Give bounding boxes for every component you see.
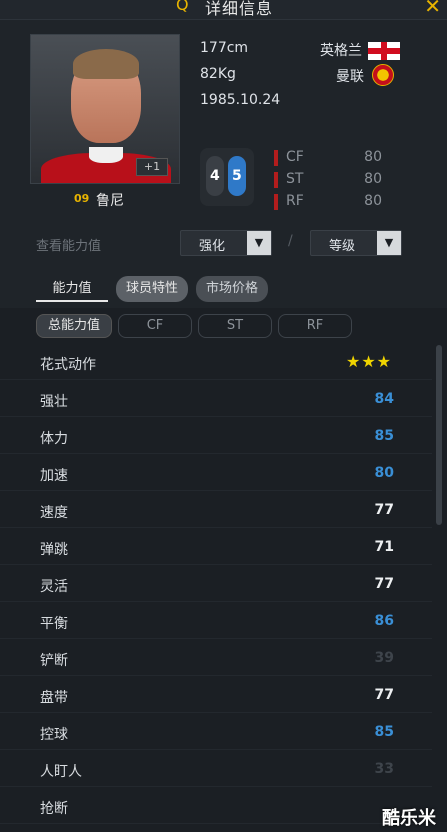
site-watermark: 酷乐米 <box>382 808 436 829</box>
player-birthdate: 1985.10.24 <box>200 92 281 108</box>
search-icon: Q <box>176 0 189 14</box>
subtab-st[interactable]: ST <box>198 314 272 338</box>
select-separator: / <box>288 233 293 249</box>
stats-list: 花式动作 ★★★ 强壮 84 体力 85 加速 80 速度 77 弹跳 71 灵… <box>0 344 447 832</box>
england-flag-icon <box>368 42 400 60</box>
manutd-crest-icon <box>372 64 394 86</box>
view-stats-label: 查看能力值 <box>36 239 102 254</box>
list-item: 灵活 77 <box>0 566 432 602</box>
position-row: RF 80 <box>274 192 394 212</box>
right-foot-rating: 5 <box>232 168 242 184</box>
position-row: ST 80 <box>274 170 394 190</box>
player-number: 09 <box>74 192 90 205</box>
left-foot-rating: 4 <box>210 168 220 184</box>
weak-foot-indicator: 4 5 <box>200 148 254 206</box>
list-item: 体力 85 <box>0 418 432 454</box>
player-nation: 英格兰 <box>320 43 362 59</box>
level-select[interactable]: 等级 ▼ <box>310 230 402 256</box>
chevron-down-icon[interactable]: ▼ <box>247 231 271 255</box>
subtab-rf[interactable]: RF <box>278 314 352 338</box>
list-item: 盘带 77 <box>0 677 432 713</box>
player-weight: 82Kg <box>200 66 236 82</box>
tab-abilities[interactable]: 能力值 <box>36 276 108 302</box>
window-title: 详细信息 <box>205 0 274 18</box>
title-bar: Q 详细信息 ✕ <box>0 0 447 20</box>
list-item: 抢断 <box>0 788 432 824</box>
list-item: 平衡 86 <box>0 603 432 639</box>
subtab-overall[interactable]: 总能力值 <box>36 314 112 338</box>
player-card: +1 09 鲁尼 177cm 82Kg 1985.10.24 英格兰 曼联 4 … <box>0 20 447 268</box>
list-item: 控球 85 <box>0 714 432 750</box>
list-item: 花式动作 ★★★ <box>0 344 432 380</box>
star-rating: ★★★ <box>345 352 392 371</box>
chevron-down-icon[interactable]: ▼ <box>377 231 401 255</box>
player-height: 177cm <box>200 40 249 56</box>
player-club: 曼联 <box>336 69 364 85</box>
tab-player-traits[interactable]: 球员特性 <box>116 276 188 302</box>
close-icon[interactable]: ✕ <box>424 0 441 18</box>
list-item: 弹跳 71 <box>0 529 432 565</box>
list-item: 铲断 39 <box>0 640 432 676</box>
list-item: 速度 77 <box>0 492 432 528</box>
position-row: CF 80 <box>274 148 394 168</box>
list-item: 加速 80 <box>0 455 432 491</box>
tab-bar: 能力值 球员特性 市场价格 <box>0 268 447 308</box>
player-name: 鲁尼 <box>96 193 124 209</box>
subtab-cf[interactable]: CF <box>118 314 192 338</box>
list-scrollbar[interactable] <box>436 345 442 525</box>
enhance-select[interactable]: 强化 ▼ <box>180 230 272 256</box>
list-item: 人盯人 33 <box>0 751 432 787</box>
tab-market-price[interactable]: 市场价格 <box>196 276 268 302</box>
list-item: 强壮 84 <box>0 381 432 417</box>
enhance-badge: +1 <box>136 158 168 176</box>
position-filter-bar: 总能力值 CF ST RF <box>0 310 447 344</box>
